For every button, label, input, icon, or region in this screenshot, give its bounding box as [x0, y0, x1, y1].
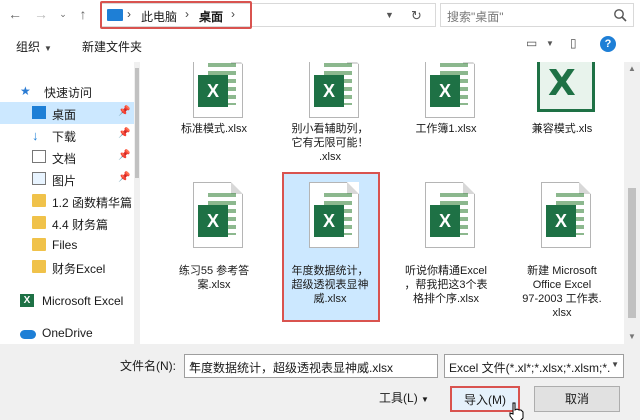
pin-icon: 📌 [118, 172, 131, 183]
file-name: 年度数据统计， 超级透视表显神 威.xlsx [291, 265, 369, 305]
file-item[interactable]: X 工作簿1.xlsx [396, 62, 496, 135]
sidebar-item-label: 图片 [52, 174, 77, 188]
file-item[interactable]: X 标准模式.xlsx [164, 62, 264, 135]
refresh-icon[interactable]: ↻ [411, 8, 422, 24]
file-item[interactable]: X 听说你精通Excel ，帮我把这3个表 格排个序.xlsx [396, 182, 496, 305]
sidebar-item-label: 文档 [52, 152, 77, 166]
sidebar-item-label: Microsoft Excel [42, 294, 124, 308]
chevron-down-icon: ▼ [611, 360, 619, 369]
folder-icon [32, 216, 46, 229]
download-icon: ↓ [32, 128, 39, 143]
back-arrow-icon[interactable]: ← [6, 5, 24, 23]
excel-file-icon: X [411, 62, 481, 128]
up-arrow-icon[interactable]: ↑ [74, 5, 92, 23]
file-name: 练习55 参考答 案.xlsx [178, 265, 250, 291]
sidebar-item-onedrive[interactable]: OneDrive [0, 322, 134, 344]
file-item[interactable]: X 新建 Microsoft Office Excel 97-2003 工作表. xl… [512, 182, 612, 319]
sidebar-item-label: 下载 [52, 130, 77, 144]
cancel-button[interactable]: 取消 [534, 386, 620, 412]
sidebar-item-desktop[interactable]: 桌面 📌 [0, 102, 134, 124]
folder-icon [32, 194, 46, 207]
file-list: X 标准模式.xlsx X 别小看辅助列， 它有无限可能！ .xlsx X 工作簿1… [144, 62, 624, 344]
pin-icon: 📌 [118, 128, 131, 139]
view-chevron-down-icon[interactable]: ▼ [546, 39, 554, 48]
tools-label: 工具(L) [379, 391, 418, 405]
organize-label: 组织 [16, 40, 41, 54]
file-item[interactable]: X 别小看辅助列， 它有无限可能！ .xlsx [280, 62, 380, 163]
sidebar-item-label: 4.4 财务篇 [52, 218, 109, 232]
file-list-scrollbar-thumb[interactable] [628, 188, 636, 318]
file-name: 兼容模式.xls [531, 123, 593, 135]
folder-icon [32, 238, 46, 251]
excel-file-icon: X [179, 62, 249, 128]
sidebar-item-label: 桌面 [52, 108, 77, 122]
command-toolbar: 组织 ▼ 新建文件夹 ▭ ▼ ▯ ? [0, 30, 640, 60]
file-name: 别小看辅助列， 它有无限可能！ .xlsx [291, 123, 369, 163]
new-folder-button[interactable]: 新建文件夹 [82, 38, 142, 55]
excel-legacy-icon: X [527, 62, 597, 128]
sidebar-item-quick-access[interactable]: ★ 快速访问 [0, 80, 134, 102]
help-icon[interactable]: ? [600, 36, 616, 52]
organize-button[interactable]: 组织 ▼ [16, 38, 52, 55]
excel-file-icon: X [295, 182, 365, 258]
file-name: 新建 Microsoft Office Excel 97-2003 工作表. xlsx [522, 265, 602, 319]
sidebar-item-microsoft-excel[interactable]: X Microsoft Excel [0, 290, 134, 312]
chevron-down-icon: ▼ [44, 44, 52, 53]
scroll-up-arrow-icon[interactable]: ▲ [628, 64, 636, 73]
chevron-down-icon: ▼ [421, 395, 429, 404]
sidebar-item-label: 1.2 函数精华篇 [52, 196, 133, 210]
cloud-icon [20, 330, 36, 339]
chevron-down-icon[interactable]: ▼ [189, 360, 433, 369]
sidebar-item-folder-1-2[interactable]: 1.2 函数精华篇 [0, 190, 134, 212]
file-item[interactable]: X 练习55 参考答 案.xlsx [164, 182, 264, 291]
excel-file-icon: X [411, 182, 481, 258]
excel-file-icon: X [527, 182, 597, 258]
address-highlight-frame [100, 1, 252, 29]
sidebar-item-files[interactable]: Files [0, 234, 134, 256]
file-name: 标准模式.xlsx [181, 123, 247, 135]
pin-icon: 📌 [118, 150, 131, 161]
sidebar-item-finance-excel[interactable]: 财务Excel [0, 256, 134, 278]
recent-chevron-icon[interactable]: ⌄ [54, 5, 72, 23]
sidebar-item-label: 财务Excel [52, 262, 106, 276]
dialog-footer: 文件名(N): 年度数据统计，超级透视表显神威.xlsx ▼ Excel 文件(… [0, 344, 640, 420]
sidebar-item-pictures[interactable]: 图片 📌 [0, 168, 134, 190]
sidebar-item-folder-4-4[interactable]: 4.4 财务篇 [0, 212, 134, 234]
sidebar-item-label: 快速访问 [44, 86, 93, 100]
sidebar-item-documents[interactable]: 文档 📌 [0, 146, 134, 168]
excel-file-icon: X [179, 182, 249, 258]
file-item-selected[interactable]: X 年度数据统计， 超级透视表显神 威.xlsx [280, 182, 380, 305]
picture-icon [32, 172, 46, 185]
pin-icon: 📌 [118, 106, 131, 117]
scroll-down-arrow-icon[interactable]: ▼ [628, 332, 636, 341]
folder-icon [32, 260, 46, 273]
file-name: 听说你精通Excel ，帮我把这3个表 格排个序.xlsx [404, 265, 488, 305]
view-options-icon[interactable]: ▭ [526, 36, 537, 50]
file-item[interactable]: X 兼容模式.xls [512, 62, 612, 135]
filename-field[interactable]: 年度数据统计，超级透视表显神威.xlsx ▼ [184, 354, 438, 378]
document-icon [32, 150, 46, 163]
excel-file-icon: X [295, 62, 365, 128]
search-placeholder: 搜索"桌面" [447, 10, 504, 24]
forward-arrow-icon[interactable]: → [32, 5, 50, 23]
excel-icon: X [20, 294, 34, 307]
sidebar-item-downloads[interactable]: ↓ 下载 📌 [0, 124, 134, 146]
search-icon [614, 9, 627, 22]
navigation-pane: ★ 快速访问 桌面 📌 ↓ 下载 📌 文档 📌 图片 📌 1.2 函数精华篇 4… [0, 62, 140, 344]
desktop-icon [32, 106, 46, 119]
address-dropdown-icon[interactable]: ▼ [385, 10, 394, 20]
file-type-select[interactable]: Excel 文件(*.xl*;*.xlsx;*.xlsm;*. ▼ [444, 354, 624, 378]
preview-pane-icon[interactable]: ▯ [570, 36, 577, 50]
hand-cursor-icon [509, 402, 524, 420]
file-name: 工作簿1.xlsx [415, 123, 477, 135]
tools-button[interactable]: 工具(L) ▼ [364, 386, 444, 412]
sidebar-scrollbar-thumb[interactable] [135, 68, 139, 178]
file-type-value: Excel 文件(*.xl*;*.xlsx;*.xlsm;*. [449, 361, 611, 375]
star-icon: ★ [20, 84, 31, 98]
address-row: ← → ⌄ ↑ › 此电脑 › 桌面 › ▼ ↻ 搜索"桌面" [0, 0, 640, 30]
sidebar-item-label: OneDrive [42, 326, 93, 340]
search-input[interactable]: 搜索"桌面" [440, 3, 634, 27]
filename-label: 文件名(N): [120, 359, 176, 373]
sidebar-item-label: Files [52, 238, 78, 252]
